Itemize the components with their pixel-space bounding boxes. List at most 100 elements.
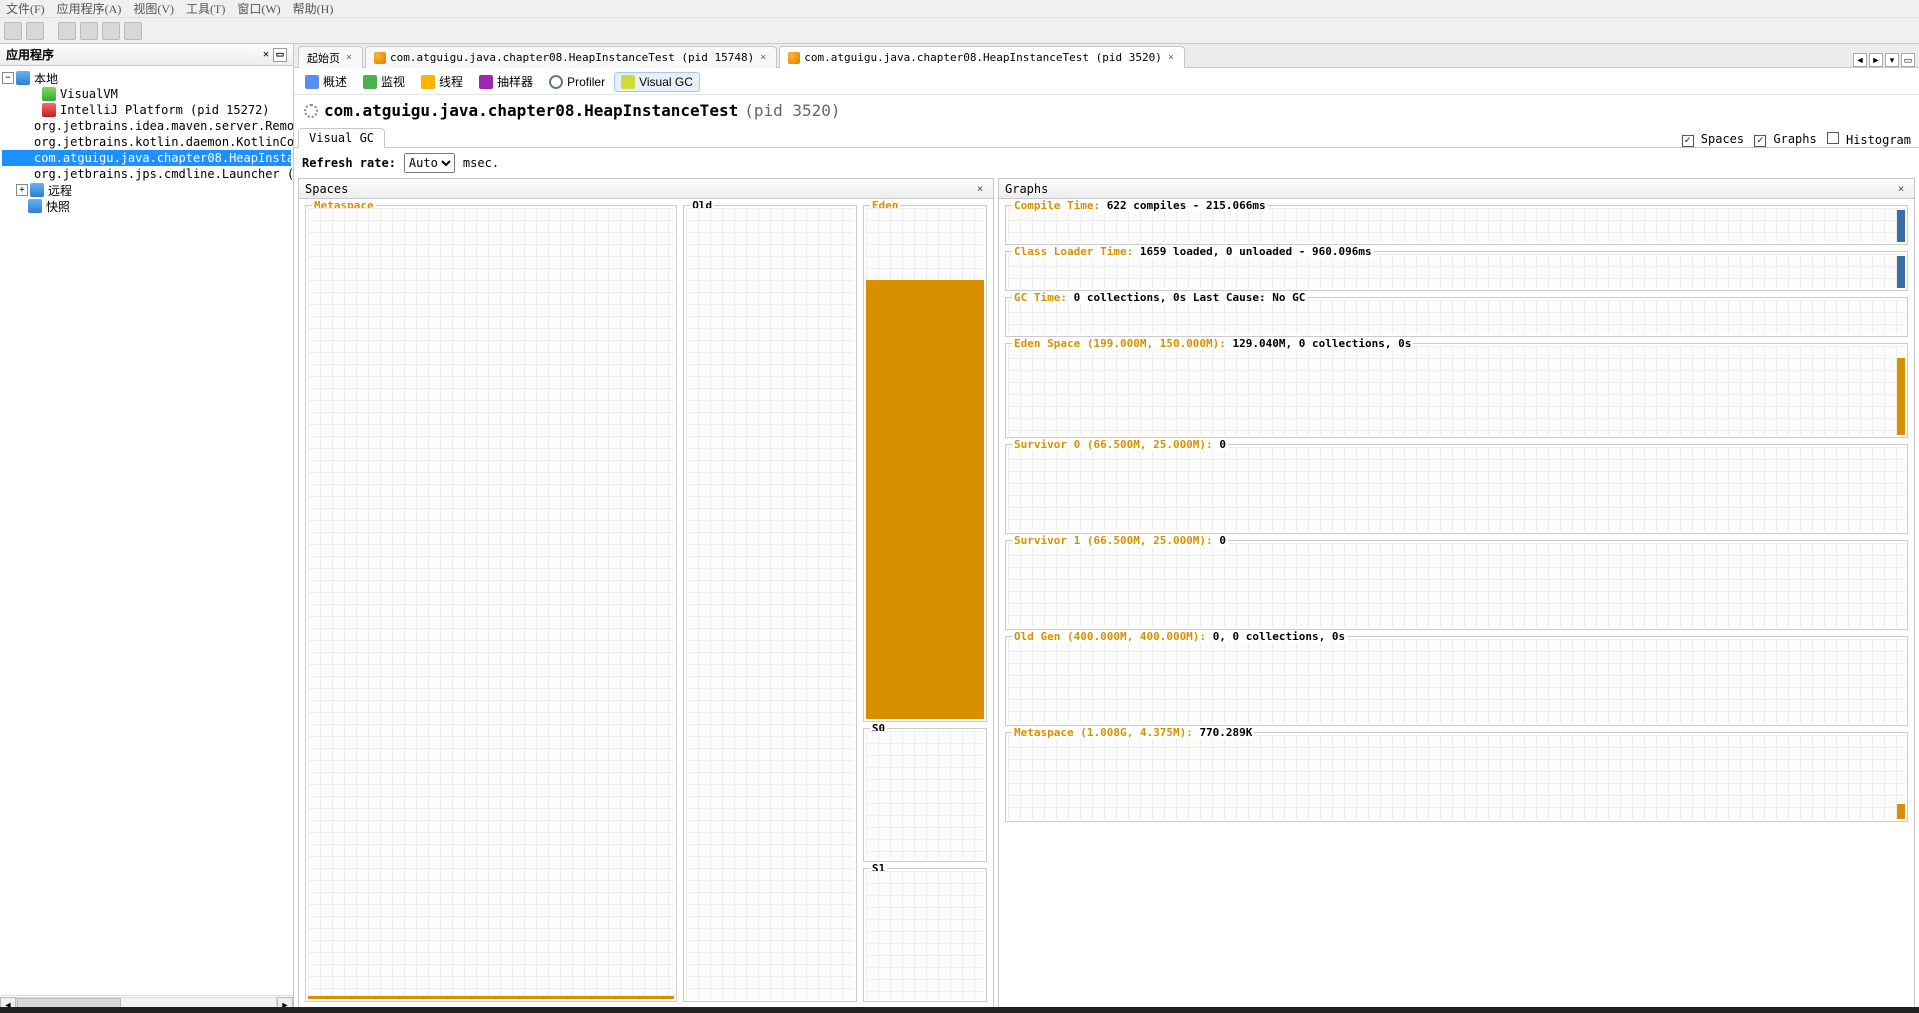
toolbar-btn-6[interactable] bbox=[124, 22, 142, 40]
check-histogram[interactable]: Histogram bbox=[1827, 132, 1911, 147]
graph-old: Old Gen (400.000M, 400.000M): 0, 0 colle… bbox=[1005, 636, 1908, 726]
refresh-unit: msec. bbox=[463, 156, 499, 170]
collapse-icon[interactable]: − bbox=[2, 72, 14, 84]
toolbar-btn-1[interactable] bbox=[4, 22, 22, 40]
os-taskbar bbox=[0, 1007, 1919, 1013]
toolbar-btn-3[interactable] bbox=[58, 22, 76, 40]
tree-node-local[interactable]: − 本地 bbox=[2, 70, 291, 86]
computer-icon bbox=[16, 71, 30, 85]
subtab-visualgc[interactable]: Visual GC bbox=[298, 128, 385, 148]
applications-close-icon[interactable]: × bbox=[259, 48, 273, 62]
subtab-row: Visual GC ✓ Spaces ✓ Graphs Histogram bbox=[294, 126, 1919, 148]
toolbar-btn-5[interactable] bbox=[102, 22, 120, 40]
s1-chart bbox=[866, 871, 984, 999]
metaspace-chart bbox=[308, 208, 674, 999]
spaces-close-icon[interactable]: × bbox=[973, 182, 987, 196]
tree-item[interactable]: IntelliJ Platform (pid 15272) bbox=[2, 102, 291, 118]
tree-item[interactable]: VisualVM bbox=[2, 86, 291, 102]
check-graphs[interactable]: ✓ Graphs bbox=[1754, 132, 1817, 147]
tab-close-icon[interactable]: × bbox=[1166, 53, 1176, 63]
tab-prev-icon[interactable]: ◄ bbox=[1853, 53, 1867, 67]
java-icon bbox=[788, 52, 800, 64]
tree-item-label: org.jetbrains.idea.maven.server.RemoteMa… bbox=[34, 119, 293, 133]
tab-dropdown-icon[interactable]: ▾ bbox=[1885, 53, 1899, 67]
applications-title: 应用程序 bbox=[6, 46, 54, 63]
graphs-panel: Graphs × Compile Time: 622 compiles - 21… bbox=[998, 178, 1915, 1009]
refresh-select[interactable]: Auto bbox=[404, 153, 455, 173]
menu-app[interactable]: 应用程序(A) bbox=[57, 0, 122, 17]
panel-minimize-icon[interactable]: ▭ bbox=[273, 48, 287, 62]
tab-next-icon[interactable]: ► bbox=[1869, 53, 1883, 67]
editor-tabs: 起始页× com.atguigu.java.chapter08.HeapInsta… bbox=[294, 44, 1919, 68]
main-toolbar bbox=[0, 18, 1919, 44]
applications-panel: 应用程序 × ▭ − 本地 VisualVM IntelliJ Platform … bbox=[0, 44, 294, 1013]
graphs-close-icon[interactable]: × bbox=[1894, 182, 1908, 196]
view-线程-button[interactable]: 线程 bbox=[414, 70, 470, 93]
view-btn-label: 抽样器 bbox=[497, 73, 533, 90]
editor-area: 起始页× com.atguigu.java.chapter08.HeapInsta… bbox=[294, 44, 1919, 1013]
applications-tree[interactable]: − 本地 VisualVM IntelliJ Platform (pid 1527… bbox=[0, 66, 293, 995]
tree-item[interactable]: org.jetbrains.jps.cmdline.Launcher (pid … bbox=[2, 166, 291, 182]
view-btn-label: Visual GC bbox=[639, 75, 693, 89]
view-概述-button[interactable]: 概述 bbox=[298, 70, 354, 93]
refresh-label: Refresh rate: bbox=[302, 156, 396, 170]
menu-tool[interactable]: 工具(T) bbox=[186, 0, 225, 17]
menu-view[interactable]: 视图(V) bbox=[133, 0, 174, 17]
ic-thr-icon bbox=[421, 75, 435, 89]
tree-item[interactable]: org.jetbrains.kotlin.daemon.KotlinCompil… bbox=[2, 134, 291, 150]
tree-label: 本地 bbox=[34, 70, 58, 87]
ic-mon-icon bbox=[363, 75, 377, 89]
check-spaces[interactable]: ✓ Spaces bbox=[1682, 132, 1745, 147]
tree-item[interactable]: com.atguigu.java.chapter08.HeapInstanceT… bbox=[2, 150, 291, 166]
menu-help[interactable]: 帮助(H) bbox=[293, 0, 334, 17]
tab-label: com.atguigu.java.chapter08.HeapInstanceT… bbox=[390, 51, 754, 64]
view-visual gc-button[interactable]: Visual GC bbox=[614, 72, 700, 92]
view-btn-label: 概述 bbox=[323, 73, 347, 90]
tree-item-label: com.atguigu.java.chapter08.HeapInstanceT… bbox=[34, 151, 293, 165]
toolbar-btn-4[interactable] bbox=[80, 22, 98, 40]
tree-node-remote[interactable]: + 远程 bbox=[2, 182, 291, 198]
java-icon bbox=[42, 103, 56, 117]
view-btn-label: Profiler bbox=[567, 75, 605, 89]
menu-window[interactable]: 窗口(W) bbox=[237, 0, 280, 17]
spaces-header: Spaces bbox=[305, 182, 348, 196]
menu-file[interactable]: 文件(F) bbox=[6, 0, 45, 17]
tab-label: com.atguigu.java.chapter08.HeapInstanceT… bbox=[804, 51, 1162, 64]
java-icon bbox=[374, 52, 386, 64]
tab-close-icon[interactable]: × bbox=[344, 53, 354, 63]
tab-close-icon[interactable]: × bbox=[758, 53, 768, 63]
expand-icon[interactable]: + bbox=[16, 184, 28, 196]
view-toolbar: 概述 监视线程 抽样器 Profiler Visual GC bbox=[294, 69, 1919, 95]
toolbar-btn-2[interactable] bbox=[26, 22, 44, 40]
editor-tab[interactable]: com.atguigu.java.chapter08.HeapInstanceT… bbox=[779, 46, 1185, 68]
loading-icon bbox=[304, 104, 318, 118]
ic-over-icon bbox=[305, 75, 319, 89]
graph-meta: Metaspace (1.008G, 4.375M): 770.289K bbox=[1005, 732, 1908, 822]
tree-label: 远程 bbox=[48, 182, 72, 199]
view-监视-button[interactable]: 监视 bbox=[356, 70, 412, 93]
graph-s1: Survivor 1 (66.500M, 25.000M): 0 bbox=[1005, 540, 1908, 630]
tree-item[interactable]: org.jetbrains.idea.maven.server.RemoteMa… bbox=[2, 118, 291, 134]
process-name: com.atguigu.java.chapter08.HeapInstanceT… bbox=[324, 101, 738, 120]
java-icon bbox=[42, 87, 56, 101]
process-pid: (pid 3520) bbox=[744, 101, 840, 120]
editor-tab[interactable]: com.atguigu.java.chapter08.HeapInstanceT… bbox=[365, 46, 777, 68]
tree-item-label: VisualVM bbox=[60, 87, 118, 101]
view-profiler-button[interactable]: Profiler bbox=[542, 72, 612, 92]
spaces-panel: Spaces × Metaspace bbox=[298, 178, 994, 1009]
tree-node-snapshot[interactable]: 快照 bbox=[2, 198, 291, 214]
editor-tab[interactable]: 起始页× bbox=[298, 46, 363, 68]
view-btn-label: 监视 bbox=[381, 73, 405, 90]
view-抽样器-button[interactable]: 抽样器 bbox=[472, 70, 540, 93]
tab-content: 概述 监视线程 抽样器 Profiler Visual GC com.atguigu.j… bbox=[294, 68, 1919, 1013]
graphs-header: Graphs bbox=[1005, 182, 1048, 196]
tree-item-label: org.jetbrains.jps.cmdline.Launcher (pid … bbox=[34, 167, 293, 181]
ic-prof-icon bbox=[549, 75, 563, 89]
tree-item-label: IntelliJ Platform (pid 15272) bbox=[60, 103, 270, 117]
snapshot-icon bbox=[28, 199, 42, 213]
tab-maximize-icon[interactable]: ▭ bbox=[1901, 53, 1915, 67]
tree-label: 快照 bbox=[46, 198, 70, 215]
eden-chart bbox=[866, 208, 984, 719]
graph-compile: Compile Time: 622 compiles - 215.066ms bbox=[1005, 205, 1908, 245]
graph-gc: GC Time: 0 collections, 0s Last Cause: N… bbox=[1005, 297, 1908, 337]
